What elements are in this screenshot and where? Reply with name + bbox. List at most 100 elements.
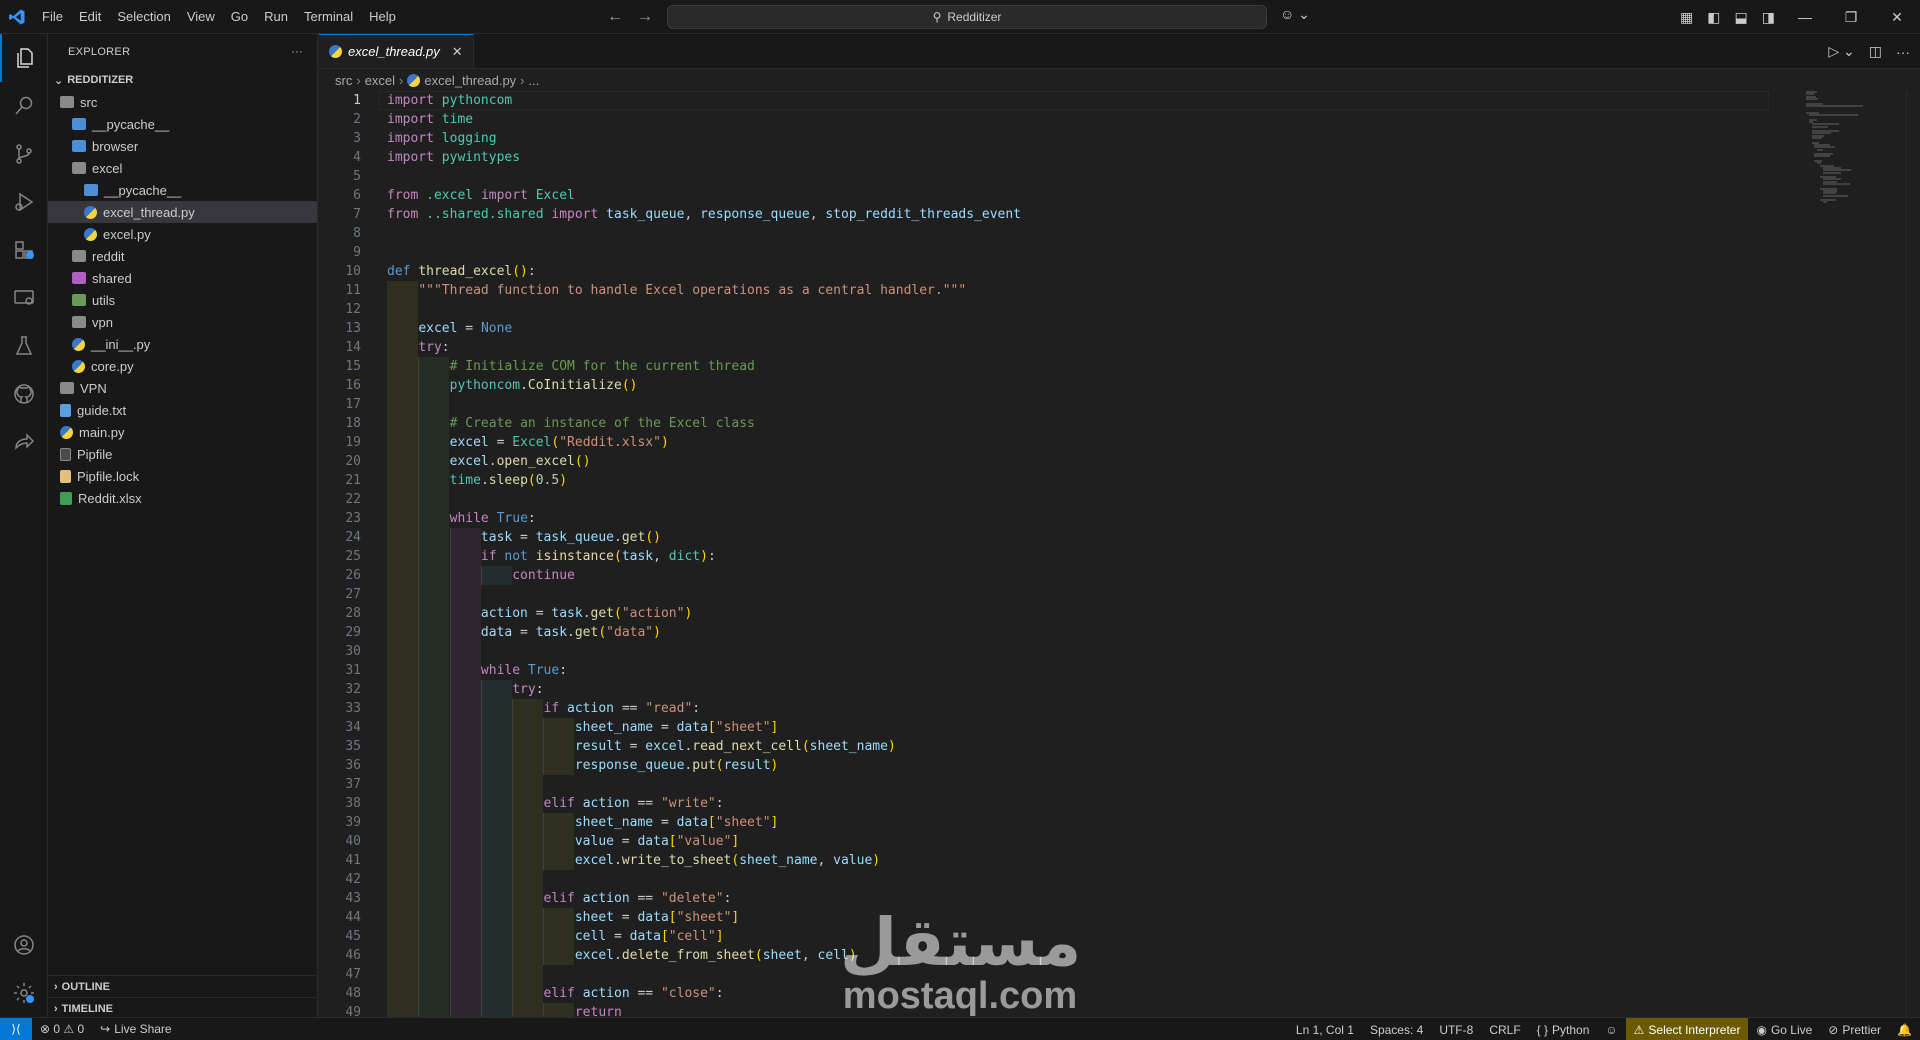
code-line[interactable]: 16 pythoncom.CoInitialize() [319,376,1769,395]
code-line[interactable]: 33 if action == "read": [319,699,1769,718]
search-icon[interactable] [0,82,48,130]
code-line[interactable]: 27 [319,585,1769,604]
select-interpreter-button[interactable]: ⚠ Select Interpreter [1625,1018,1749,1040]
code-line[interactable]: 15 # Initialize COM for the current thre… [319,357,1769,376]
menu-selection[interactable]: Selection [109,0,178,34]
tree-item[interactable]: __pycache__ [48,113,317,135]
editor-scrollbar[interactable] [1906,91,1920,1017]
tree-item[interactable]: excel.py [48,223,317,245]
code-line[interactable]: 37 [319,775,1769,794]
code-line[interactable]: 24 task = task_queue.get() [319,528,1769,547]
code-line[interactable]: 20 excel.open_excel() [319,452,1769,471]
source-control-icon[interactable] [0,130,48,178]
code-line[interactable]: 10 def thread_excel(): [319,262,1769,281]
menu-terminal[interactable]: Terminal [296,0,361,34]
code-line[interactable]: 23 while True: [319,509,1769,528]
indentation[interactable]: Spaces: 4 [1362,1018,1431,1040]
problems-indicator[interactable]: ⊗ 0 ⚠ 0 [32,1018,92,1040]
code-line[interactable]: 8 [319,224,1769,243]
code-line[interactable]: 31 while True: [319,661,1769,680]
code-line[interactable]: 22 [319,490,1769,509]
code-line[interactable]: 5 [319,167,1769,186]
customize-layout-icon[interactable]: ▦ [1680,9,1693,26]
encoding[interactable]: UTF-8 [1431,1018,1481,1040]
language-mode[interactable]: { } Python [1529,1018,1598,1040]
code-line[interactable]: 3 import logging [319,129,1769,148]
code-line[interactable]: 21 time.sleep(0.5) [319,471,1769,490]
outline-section[interactable]: › OUTLINE [48,975,318,997]
menu-run[interactable]: Run [256,0,296,34]
tree-item[interactable]: guide.txt [48,399,317,421]
tree-item[interactable]: vpn [48,311,317,333]
code-line[interactable]: 29 data = task.get("data") [319,623,1769,642]
code-line[interactable]: 11 """Thread function to handle Excel op… [319,281,1769,300]
prettier-button[interactable]: ⊘ Prettier [1820,1018,1889,1040]
code-line[interactable]: 7 from ..shared.shared import task_queue,… [319,205,1769,224]
run-python-icon[interactable]: ▷ ⌄ [1828,43,1854,60]
tree-item[interactable]: core.py [48,355,317,377]
toggle-panel-icon[interactable]: ⬓ [1734,9,1747,26]
tree-item[interactable]: reddit [48,245,317,267]
menu-help[interactable]: Help [361,0,404,34]
cursor-position[interactable]: Ln 1, Col 1 [1288,1018,1362,1040]
go-live-button[interactable]: ◉ Go Live [1748,1018,1820,1040]
code-line[interactable]: 18 # Create an instance of the Excel cla… [319,414,1769,433]
code-line[interactable]: 39 sheet_name = data["sheet"] [319,813,1769,832]
tree-item[interactable]: Pipfile.lock [48,465,317,487]
copilot-status-icon[interactable]: ☺ [1597,1018,1625,1040]
copilot-icon[interactable]: ☺ ⌄ [1280,6,1310,23]
tree-item[interactable]: main.py [48,421,317,443]
code-line[interactable]: 9 [319,243,1769,262]
extensions-icon[interactable] [0,226,48,274]
code-line[interactable]: 25 if not isinstance(task, dict): [319,547,1769,566]
code-line[interactable]: 42 [319,870,1769,889]
code-line[interactable]: 30 [319,642,1769,661]
tree-item[interactable]: excel_thread.py [48,201,317,223]
tree-item[interactable]: Pipfile [48,443,317,465]
code-line[interactable]: 1 import pythoncom [319,91,1769,110]
settings-gear-icon[interactable] [0,969,48,1017]
timeline-section[interactable]: › TIMELINE [48,997,318,1019]
code-line[interactable]: 17 [319,395,1769,414]
code-line[interactable]: 32 try: [319,680,1769,699]
split-editor-icon[interactable]: ◫ [1869,43,1882,60]
tree-item[interactable]: excel [48,157,317,179]
breadcrumb-item[interactable]: excel [365,73,395,88]
toggle-secondary-sidebar-icon[interactable]: ◨ [1762,9,1775,26]
tab-excel-thread[interactable]: excel_thread.py ✕ [319,34,474,68]
minimap[interactable] [1806,91,1906,231]
code-line[interactable]: 14 try: [319,338,1769,357]
end-of-line[interactable]: CRLF [1481,1018,1528,1040]
code-line[interactable]: 2 import time [319,110,1769,129]
project-folder-header[interactable]: ⌄ REDDITIZER [48,69,317,91]
tree-item[interactable]: __pycache__ [48,179,317,201]
close-tab-icon[interactable]: ✕ [452,44,463,60]
code-line[interactable]: 40 value = data["value"] [319,832,1769,851]
live-share-icon[interactable] [0,418,48,466]
code-line[interactable]: 6 from .excel import Excel [319,186,1769,205]
more-actions-icon[interactable]: ··· [291,46,303,58]
breadcrumb-item[interactable]: ... [529,73,540,88]
code-line[interactable]: 28 action = task.get("action") [319,604,1769,623]
run-debug-icon[interactable] [0,178,48,226]
menu-file[interactable]: File [34,0,71,34]
code-line[interactable]: 4 import pywintypes [319,148,1769,167]
menu-view[interactable]: View [179,0,223,34]
remote-explorer-icon[interactable] [0,274,48,322]
forward-arrow-icon[interactable]: → [637,8,653,26]
testing-icon[interactable] [0,322,48,370]
code-line[interactable]: 41 excel.write_to_sheet(sheet_name, valu… [319,851,1769,870]
code-line[interactable]: 36 response_queue.put(result) [319,756,1769,775]
live-share-button[interactable]: ↪ Live Share [92,1018,179,1040]
restore-icon[interactable]: ❐ [1828,0,1874,34]
breadcrumb-item[interactable]: excel_thread.py [424,73,516,88]
code-line[interactable]: 38 elif action == "write": [319,794,1769,813]
more-actions-icon[interactable]: ··· [1896,44,1910,60]
code-line[interactable]: 35 result = excel.read_next_cell(sheet_n… [319,737,1769,756]
breadcrumb-item[interactable]: src [335,73,352,88]
tree-item[interactable]: shared [48,267,317,289]
code-line[interactable]: 19 excel = Excel("Reddit.xlsx") [319,433,1769,452]
tree-item[interactable]: src [48,91,317,113]
remote-indicator-icon[interactable]: ⟩⟨ [0,1017,32,1040]
tree-item[interactable]: utils [48,289,317,311]
